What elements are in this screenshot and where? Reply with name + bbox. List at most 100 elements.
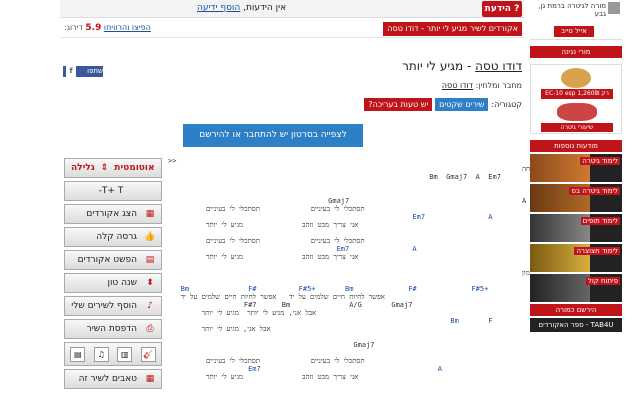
- chord-line: Em7 A: [168, 213, 493, 221]
- teachers-header[interactable]: מורי נגינה: [530, 46, 622, 58]
- tab4u-link[interactable]: TAB4U - ספר האקורדים: [530, 318, 622, 332]
- register-teacher-button[interactable]: הירשם כמורה: [530, 304, 622, 316]
- teacher-title: מורה לגיטרה ברמת גן, גבע: [538, 2, 606, 18]
- chord-line: תסתכלי לי בעיניים תסתכלי לי בעיניים: [168, 205, 483, 213]
- guitar-ad[interactable]: EC-10 esp רק 1,260₪ שיעורי גיטרה: [530, 64, 622, 134]
- chord-line: Em7 A: [168, 245, 417, 253]
- show-chords-button[interactable]: ▦ הצג אקורדים: [64, 204, 162, 224]
- lesson-item[interactable]: פיתוח קול: [530, 274, 622, 302]
- add-news-link[interactable]: הוסף ידיעה: [197, 3, 240, 13]
- news-text: אין הידעות, הוסף ידיעה: [197, 3, 287, 13]
- lesson-item[interactable]: לימוד גיטרה: [530, 154, 622, 182]
- scroll-label: גלילה: [71, 163, 95, 173]
- news-button[interactable]: הידעת ?: [482, 1, 522, 17]
- chord-line: [168, 261, 518, 269]
- chord-line: Bm: [168, 229, 544, 237]
- chord-line: אני צריך מבט וזהב מגיע לי יותר: [168, 373, 359, 381]
- guitar-image: [561, 68, 591, 88]
- right-sidebar: מורה לגיטרה ברמת גן, גבע אייל טייב מורי …: [530, 0, 622, 400]
- chord-line: אפשר לחיות חיים שלמים על יד אפשר לחיות ח…: [168, 293, 385, 301]
- chord-line: פזמון:: [522, 269, 540, 277]
- chord-line: פתיחה:: [168, 165, 544, 173]
- instrument-selector: 🎸 ▥ ♫ ▤: [64, 342, 162, 366]
- facebook-share-button[interactable]: שתפו f: [63, 66, 103, 77]
- chord-line: תסתכלי לי בעיניים תסתכלי לי בעיניים: [168, 237, 483, 245]
- font-size-button[interactable]: T+ T-: [64, 181, 162, 201]
- tabs-for-song-button[interactable]: ▦ טאבים לשיר זה: [64, 369, 162, 389]
- thumbs-up-icon: 👍: [144, 232, 156, 242]
- chord-line: תסתכלי לי בעיניים תסתכלי לי בעיניים: [168, 357, 365, 365]
- composer-line: מחבר ומלחין: דודו טסה: [441, 81, 522, 90]
- more-ads-header[interactable]: מודעות נוספות: [530, 140, 622, 152]
- add-to-my-songs-button[interactable]: ♪ הוסף לשירים שלי: [64, 296, 162, 316]
- ukulele-icon[interactable]: ♫: [93, 346, 109, 362]
- song-info-bar: אקורדים לשיר מגיע לי יותר - דודו טסה הפי…: [60, 20, 524, 38]
- auto-scroll-button[interactable]: אוטומטית ⇕ גלילה: [64, 158, 162, 178]
- share-earn-link[interactable]: הפיצו והרוויחו: [104, 23, 151, 32]
- lessons-list: לימוד גיטרה לימוד גיטרה בס לימוד תופים ל…: [530, 154, 622, 302]
- guitar-image-2: [557, 103, 597, 121]
- piano-icon[interactable]: ▥: [117, 346, 133, 362]
- scroll-value: אוטומטית: [114, 163, 155, 173]
- chord-line: Gmaj7: [168, 341, 375, 349]
- chord-simplify-icon: ▤: [145, 255, 155, 265]
- chord-line: Bm F# F#5+ Bm F# F#5+: [168, 285, 489, 293]
- chord-line: Bm Gmaj7 A Em7: [168, 173, 501, 181]
- right-margin: [622, 0, 640, 400]
- composer-link[interactable]: דודו טסה: [442, 81, 473, 90]
- tone-arrows-icon: ⬍: [146, 278, 154, 288]
- guitar-icon[interactable]: 🎸: [140, 346, 156, 362]
- music-note-icon: ♪: [147, 301, 153, 311]
- chords-sheet: >> פתיחה: Bm Gmaj7 A Em7: [168, 157, 544, 381]
- song-title: מגיע לי יותר: [402, 59, 464, 73]
- notes-icon[interactable]: ▤: [70, 346, 86, 362]
- change-tone-button[interactable]: ⬍ שנה טון: [64, 273, 162, 293]
- chord-line: [168, 181, 518, 189]
- page-breadcrumb: אקורדים לשיר מגיע לי יותר - דודו טסה: [383, 22, 522, 36]
- font-size-icon: T+ T-: [98, 186, 124, 196]
- chord-line: Bm: [168, 349, 544, 357]
- updown-icon: ⇕: [100, 163, 109, 173]
- voice-thumb: [530, 274, 590, 302]
- chord-line: [168, 277, 518, 285]
- chord-line: Gmaj7 A: [168, 197, 527, 205]
- category-row: קטגוריה: שירים שקטים יש טעות בעריכה?: [364, 97, 522, 111]
- avatar: [608, 2, 620, 14]
- category-label: קטגוריה:: [491, 99, 522, 109]
- rating: הפיצו והרוויחו 5.9 דירוג:: [64, 23, 151, 33]
- chords-grid-icon: ▦: [145, 209, 155, 219]
- share-label: שתפו: [87, 67, 103, 75]
- song-tools-panel: אוטומטית ⇕ גלילה T+ T- ▦ הצג אקורדים 👍 ג…: [64, 158, 162, 392]
- teacher-card: מורה לגיטרה ברמת גן, גבע אייל טייב: [530, 0, 622, 40]
- chord-line: F#7 Bm A/G Gmaj7: [168, 301, 413, 309]
- page-title: דודו טסה - מגיע לי יותר: [402, 59, 522, 73]
- printer-icon: ⎙: [146, 324, 154, 334]
- teacher-button[interactable]: אייל טייב: [554, 26, 594, 37]
- ad-title: EC-10 esp רק 1,260₪: [541, 89, 613, 99]
- chord-line: Bm F: [168, 317, 493, 325]
- print-song-button[interactable]: ⎙ הדפסת השיר: [64, 319, 162, 339]
- chord-line: אני צריך מבט וזהב מגיע לי יותר: [168, 253, 447, 261]
- chord-line: Em7 A: [168, 365, 442, 373]
- lesson-item[interactable]: לימוד תופים: [530, 214, 622, 242]
- tabs-icon: ▦: [145, 374, 155, 384]
- chord-line: אני צריך מבט וזהב מגיע לי יותר: [168, 221, 447, 229]
- login-to-watch-button[interactable]: לצפייה בסרטון יש להתחבר או להירשם: [183, 124, 363, 147]
- artist-link[interactable]: דודו טסה: [475, 59, 522, 73]
- lesson-item[interactable]: לימוד גיטרה בס: [530, 184, 622, 212]
- simplify-chords-button[interactable]: ▤ הפשט אקורדים: [64, 250, 162, 270]
- chord-line: אבל אני, מגיע לי יותר מגיע לי יותר: [168, 309, 317, 317]
- ad-subtitle: שיעורי גיטרה: [541, 123, 613, 132]
- left-margin: [0, 0, 60, 400]
- report-error-button[interactable]: יש טעות בעריכה?: [364, 97, 433, 111]
- news-bar: אין הידעות, הוסף ידיעה הידעת ?: [60, 0, 524, 18]
- category-badge[interactable]: שירים שקטים: [435, 97, 489, 111]
- easy-version-button[interactable]: 👍 גרסה קלה: [64, 227, 162, 247]
- rating-value: 5.9: [85, 23, 102, 33]
- chord-line: [168, 333, 518, 341]
- chord-line: >>: [168, 157, 177, 165]
- chord-line: Bm: [168, 189, 544, 197]
- chord-line: אבל אני, מגיע לי יותר: [168, 325, 271, 333]
- lesson-item[interactable]: לימוד חצוצרה: [530, 244, 622, 272]
- facebook-icon: f: [66, 66, 76, 77]
